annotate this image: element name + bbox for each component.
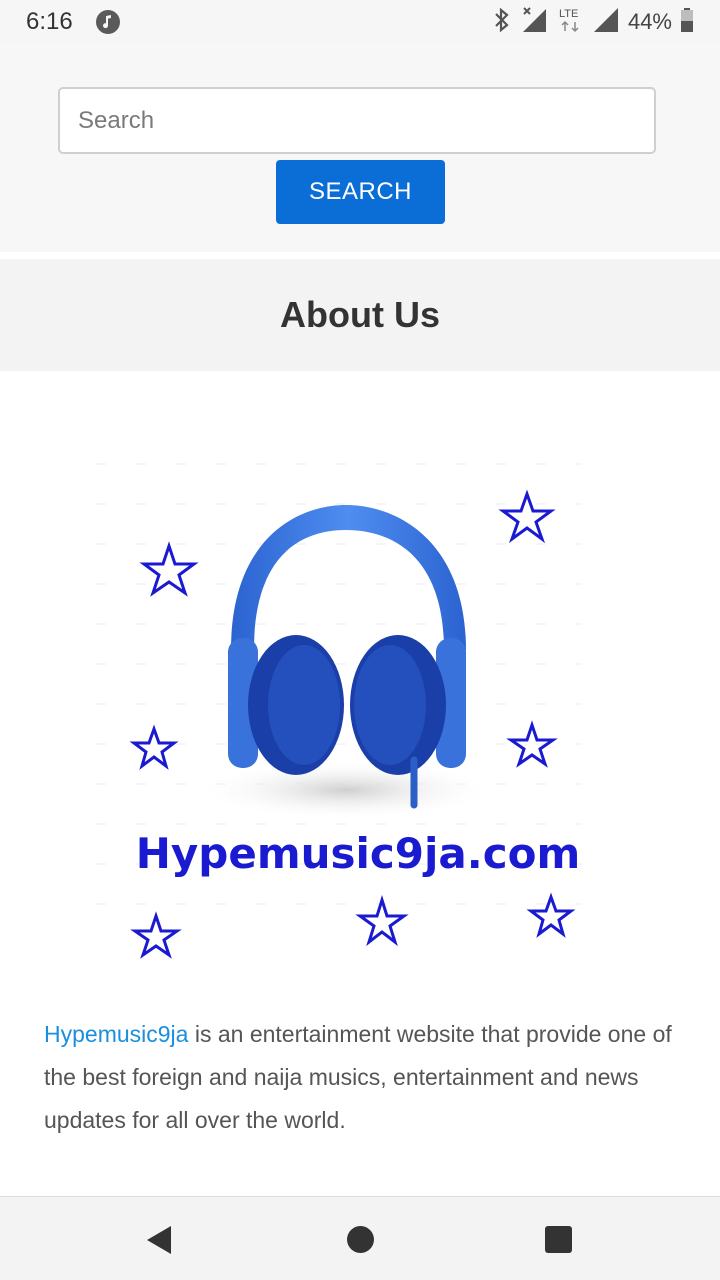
back-icon[interactable] — [147, 1226, 171, 1254]
music-note-icon — [96, 10, 120, 34]
page-title: About Us — [280, 294, 440, 335]
signal-icon — [520, 6, 550, 39]
status-bar: 6:16 LTE 44% — [0, 0, 720, 44]
bluetooth-icon — [492, 7, 512, 38]
lte-icon: LTE — [558, 6, 584, 39]
battery-percentage: 44% — [627, 9, 672, 34]
search-input[interactable] — [58, 87, 656, 154]
search-button[interactable]: SEARCH — [276, 160, 445, 224]
logo-text: Hypemusic9ja.com — [136, 829, 580, 878]
recents-icon[interactable] — [545, 1226, 572, 1253]
svg-text:LTE: LTE — [559, 8, 578, 20]
hypemusic-logo-image: Hypemusic9ja.com — [96, 460, 582, 970]
hypemusic-link[interactable]: Hypemusic9ja — [44, 1021, 188, 1047]
status-icons: LTE 44% — [492, 6, 694, 38]
home-icon[interactable] — [347, 1226, 374, 1253]
system-nav-bar — [0, 1196, 720, 1280]
signal-strength-icon — [592, 6, 620, 39]
status-time: 6:16 — [26, 8, 73, 35]
search-section: SEARCH — [0, 44, 720, 252]
battery-icon — [680, 7, 694, 38]
about-description: Hypemusic9ja is an entertainment website… — [44, 1013, 684, 1142]
about-header: About Us — [0, 259, 720, 371]
headphones-logo: Hypemusic9ja.com — [96, 463, 582, 959]
